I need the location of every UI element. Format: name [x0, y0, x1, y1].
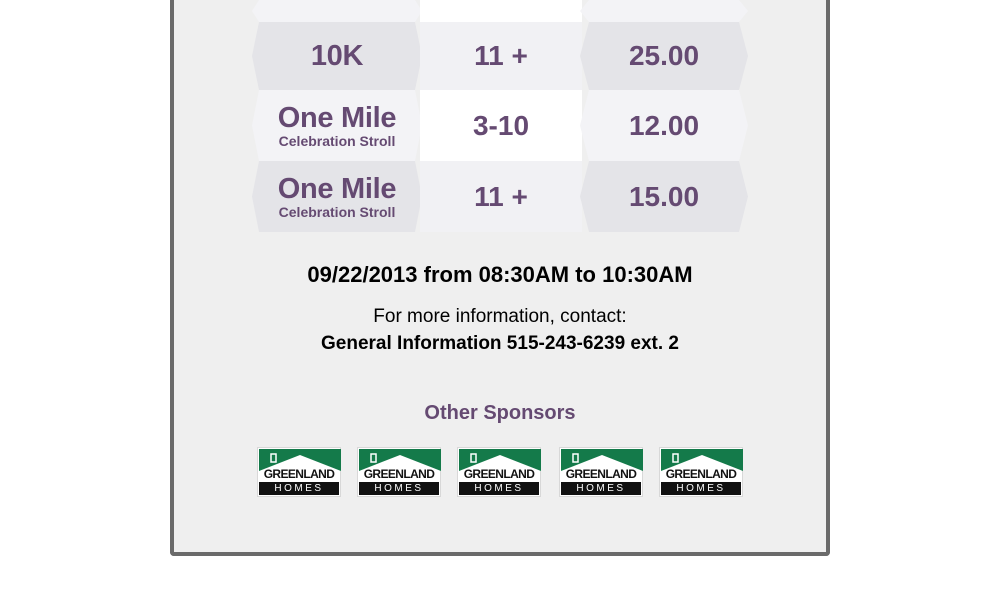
- sponsor-logo[interactable]: GREENLAND HOMES: [659, 447, 743, 497]
- age-cell: 11 +: [420, 161, 582, 232]
- sponsor-logo[interactable]: GREENLAND HOMES: [257, 447, 341, 497]
- sponsor-logo[interactable]: GREENLAND HOMES: [559, 447, 643, 497]
- logo-subword: HOMES: [561, 482, 641, 495]
- age-column: 11 + 3-10 11 +: [420, 0, 582, 232]
- age-range: 11 +: [474, 40, 528, 71]
- logo-wordmark: GREENLAND: [263, 467, 335, 481]
- logo-subword: HOMES: [459, 482, 539, 495]
- sponsor-logo[interactable]: GREENLAND HOMES: [357, 447, 441, 497]
- price-column: 25.00 12.00 15.00: [580, 0, 748, 232]
- event-cell: One Mile Celebration Stroll: [252, 90, 422, 161]
- event-cell: 10K: [252, 22, 422, 90]
- pricing-table: 10K One Mile Celebration Stroll One Mile…: [252, 0, 748, 232]
- price-cell: 15.00: [580, 161, 748, 232]
- price-value: 12.00: [628, 109, 700, 141]
- event-subtitle: Celebration Stroll: [278, 203, 396, 220]
- contact-info: General Information 515-243-6239 ext. 2: [321, 333, 679, 354]
- event-cell-partial: [252, 0, 422, 22]
- price-cell: 12.00: [580, 90, 748, 161]
- contact-label: For more information, contact:: [373, 306, 627, 327]
- event-subtitle: Celebration Stroll: [278, 132, 396, 149]
- event-name: One Mile: [277, 172, 397, 205]
- event-name: One Mile: [277, 101, 397, 134]
- price-value: 15.00: [628, 180, 700, 212]
- logo-wordmark: GREENLAND: [463, 467, 535, 481]
- event-datetime: 09/22/2013 from 08:30AM to 10:30AM: [307, 262, 693, 287]
- sponsors-heading: Other Sponsors: [424, 402, 576, 424]
- price-cell-partial: [580, 0, 748, 22]
- age-cell: 11 +: [420, 22, 582, 90]
- sponsor-logo[interactable]: GREENLAND HOMES: [457, 447, 541, 497]
- logo-subword: HOMES: [661, 482, 741, 495]
- event-column: 10K One Mile Celebration Stroll One Mile…: [252, 0, 422, 232]
- age-cell-partial: [420, 0, 582, 22]
- age-range: 11 +: [474, 180, 528, 212]
- age-range: 3-10: [472, 109, 530, 141]
- logo-wordmark: GREENLAND: [565, 467, 637, 481]
- price-cell: 25.00: [580, 22, 748, 90]
- event-cell: One Mile Celebration Stroll: [252, 161, 422, 232]
- logo-subword: HOMES: [259, 482, 339, 495]
- logo-wordmark: GREENLAND: [665, 467, 737, 481]
- price-value: 25.00: [628, 40, 700, 71]
- logo-wordmark: GREENLAND: [363, 467, 435, 481]
- event-name: 10K: [310, 40, 364, 72]
- logo-subword: HOMES: [359, 482, 439, 495]
- age-cell: 3-10: [420, 90, 582, 161]
